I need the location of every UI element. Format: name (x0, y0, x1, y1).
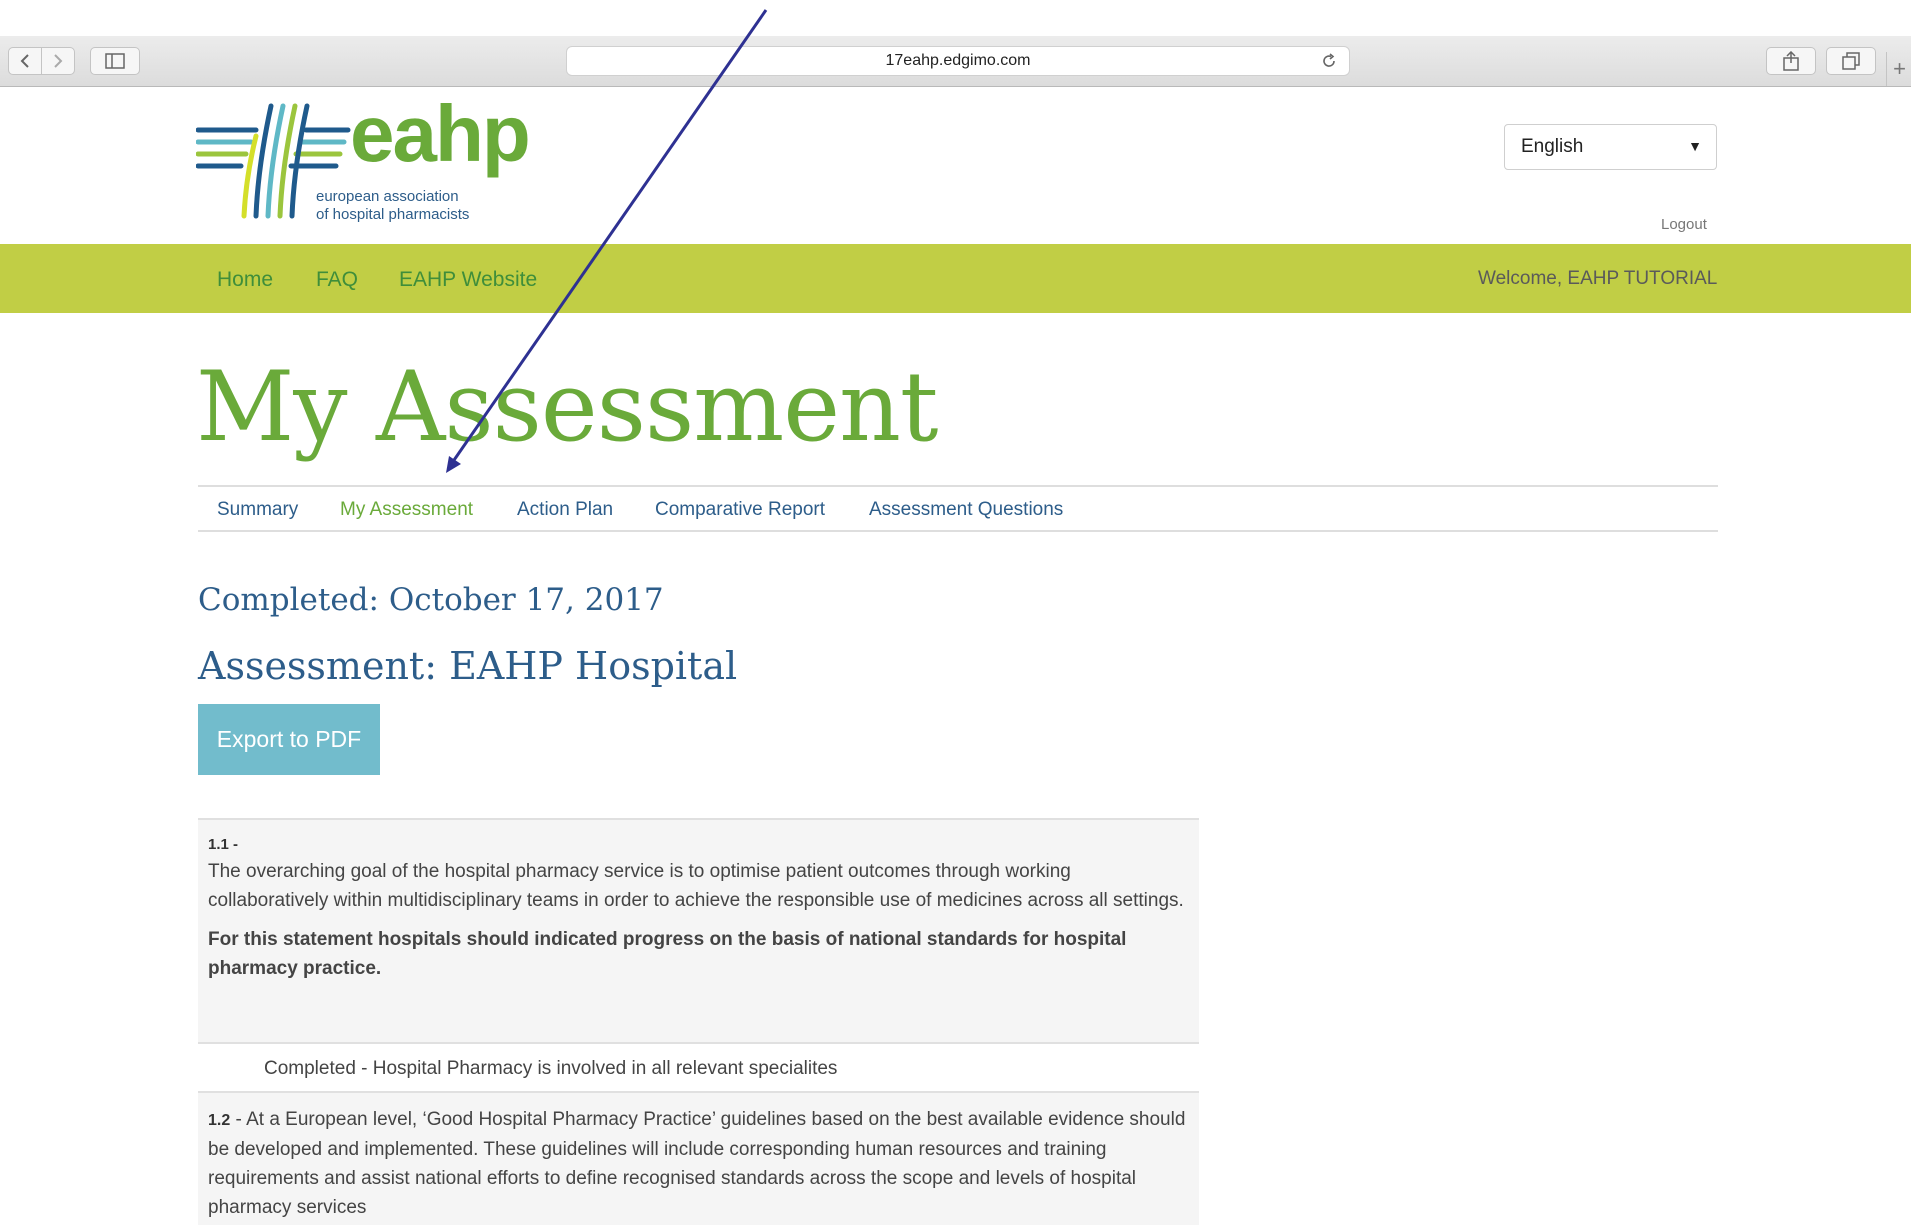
tabs-icon (1842, 52, 1860, 70)
caret-down-icon: ▼ (1688, 138, 1702, 154)
logo-tagline-line1: european association (316, 188, 459, 205)
completed-date: Completed: October 17, 2017 (198, 582, 664, 618)
logo-wordmark: eahp (350, 89, 531, 178)
share-icon (1783, 51, 1799, 71)
language-value: English (1521, 136, 1584, 157)
tab-my-assessment[interactable]: My Assessment (340, 499, 473, 521)
chevron-right-icon (54, 54, 63, 68)
sidebar-icon (105, 53, 125, 69)
show-tabs-button[interactable] (1826, 47, 1876, 75)
welcome-message: Welcome, EAHP TUTORIAL (1478, 268, 1718, 289)
tab-action-plan[interactable]: Action Plan (517, 499, 613, 521)
question-number-value: 1.1 (208, 836, 229, 853)
language-select[interactable]: English ▼ (1504, 124, 1717, 170)
share-button[interactable] (1766, 47, 1816, 75)
screen-top-strip (0, 0, 1911, 36)
forward-button[interactable] (41, 48, 74, 74)
logout-link[interactable]: Logout (1661, 216, 1707, 233)
browser-toolbar: 17eahp.edgimo.com + (0, 36, 1911, 87)
new-tab-button[interactable]: + (1886, 52, 1911, 86)
logo-tagline-line2: of hospital pharmacists (316, 206, 470, 223)
tab-comparative-report[interactable]: Comparative Report (655, 499, 825, 521)
question-block: 1.2 - At a European level, ‘Good Hospita… (198, 1093, 1199, 1225)
question-number-value: 1.2 (208, 1112, 231, 1129)
logo-tagline: european association of hospital pharmac… (316, 188, 469, 224)
url-text: 17eahp.edgimo.com (885, 52, 1031, 69)
assessment-name: Assessment: EAHP Hospital (198, 644, 738, 688)
question-text: The overarching goal of the hospital pha… (208, 861, 1184, 911)
nav-eahp-website-link[interactable]: EAHP Website (399, 268, 537, 292)
question-block: 1.1 - The overarching goal of the hospit… (198, 818, 1199, 1042)
address-bar[interactable]: 17eahp.edgimo.com (566, 46, 1350, 76)
question-number: 1.1 - (208, 836, 1189, 853)
export-pdf-button[interactable]: Export to PDF (198, 704, 380, 775)
eahp-logo[interactable]: eahp european association of hospital ph… (195, 89, 546, 226)
tab-summary[interactable]: Summary (217, 499, 298, 521)
reload-icon[interactable] (1319, 51, 1339, 71)
tab-assessment-questions[interactable]: Assessment Questions (869, 499, 1063, 521)
assessment-tabs: Summary My Assessment Action Plan Compar… (198, 485, 1718, 532)
question-text: At a European level, ‘Good Hospital Phar… (208, 1109, 1186, 1218)
page-title: My Assessment (196, 351, 938, 463)
question-number-separator: - (230, 1109, 247, 1130)
question-answer: Completed - Hospital Pharmacy is involve… (198, 1042, 1199, 1093)
sidebar-toggle-button[interactable] (90, 47, 140, 75)
chevron-left-icon (20, 54, 29, 68)
question-text-wrapper: 1.2 - At a European level, ‘Good Hospita… (208, 1105, 1189, 1222)
history-nav (8, 47, 75, 75)
nav-faq-link[interactable]: FAQ (316, 268, 358, 292)
nav-home-link[interactable]: Home (217, 268, 273, 292)
back-button[interactable] (9, 48, 41, 74)
question-number-separator: - (228, 836, 239, 853)
question-note: For this statement hospitals should indi… (208, 929, 1127, 979)
plus-icon: + (1893, 56, 1906, 81)
